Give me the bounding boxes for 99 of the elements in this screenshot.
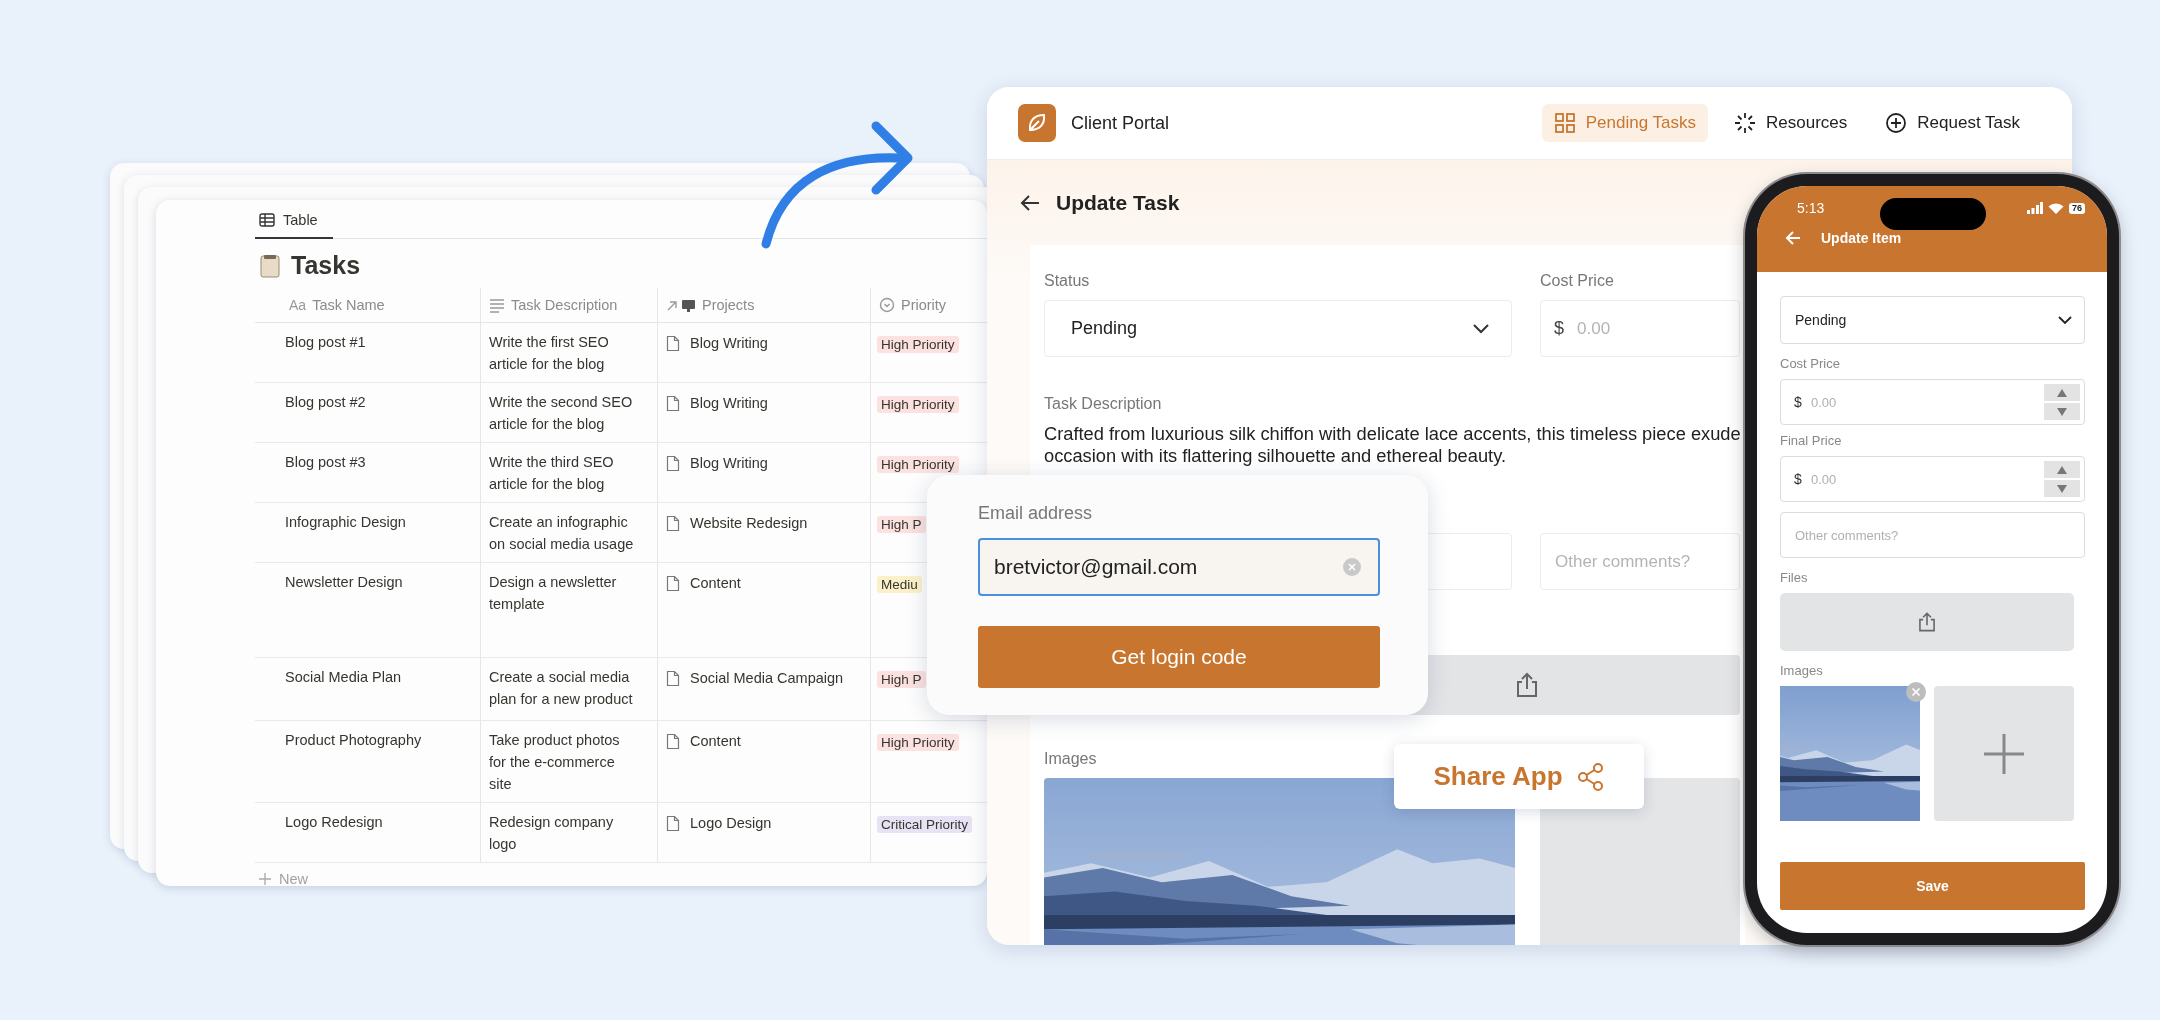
field-label: Status bbox=[1044, 272, 1091, 291]
table-cell: Create a social media plan for a new product bbox=[480, 658, 657, 721]
plus-icon bbox=[1984, 733, 2024, 774]
project-link[interactable]: Content bbox=[690, 731, 741, 751]
column-header: Task Name bbox=[312, 297, 385, 313]
stepper-down-button[interactable] bbox=[2044, 403, 2080, 420]
email-field[interactable]: bretvictor@gmail.com bbox=[978, 538, 1380, 596]
grid-icon bbox=[1553, 112, 1576, 134]
stepper-up-button[interactable] bbox=[2044, 461, 2080, 478]
signal-icon bbox=[2027, 202, 2043, 214]
table-cell: Write the third SEO article for the blog bbox=[480, 443, 657, 503]
document-icon bbox=[666, 815, 680, 832]
document-icon bbox=[666, 335, 680, 352]
clock-text: 5:13 bbox=[1797, 200, 1825, 216]
table-cell: Design a newsletter template bbox=[480, 563, 657, 658]
project-link[interactable]: Social Media Campaign bbox=[690, 668, 844, 688]
document-icon bbox=[666, 515, 680, 532]
wifi-icon bbox=[2048, 202, 2064, 214]
table-cell: Product Photography bbox=[255, 721, 480, 803]
chevron-circle-icon bbox=[879, 297, 895, 313]
project-link[interactable]: Logo Design bbox=[690, 813, 772, 833]
relation-icon bbox=[666, 297, 696, 313]
description-text: occasion with its flattering silhouette and ethereal beauty. bbox=[1044, 445, 1507, 467]
plus-circle-icon bbox=[1885, 112, 1908, 134]
nav-tab[interactable]: Request Task bbox=[1873, 104, 2032, 142]
project-link[interactable]: Website Redesign bbox=[690, 513, 808, 533]
table-cell: Blog post #1 bbox=[255, 323, 480, 383]
document-icon bbox=[666, 455, 680, 472]
table-cell: Blog post #2 bbox=[255, 383, 480, 443]
column-header: Priority bbox=[901, 297, 947, 313]
priority-tag: Critical Priority bbox=[877, 816, 972, 833]
table-cell: Newsletter Design bbox=[255, 563, 480, 658]
loading-icon bbox=[1734, 112, 1757, 134]
document-icon bbox=[666, 395, 680, 412]
field-label: Images bbox=[1780, 663, 1824, 678]
screen-title: Update Item bbox=[1821, 230, 1902, 246]
priority-tag: Mediu bbox=[877, 576, 922, 593]
table-cell: Write the second SEO article for the blog bbox=[480, 383, 657, 443]
chevron-down-icon bbox=[2058, 315, 2072, 325]
field-label: Cost Price bbox=[1540, 272, 1615, 291]
project-link[interactable]: Blog Writing bbox=[690, 333, 768, 353]
table-cell: Write the first SEO article for the blog bbox=[480, 323, 657, 383]
project-link[interactable]: Blog Writing bbox=[690, 393, 768, 413]
share-icon bbox=[1576, 761, 1605, 792]
view-tab[interactable]: Table bbox=[255, 208, 333, 239]
column-header: Projects bbox=[702, 297, 755, 313]
up-triangle-icon bbox=[2057, 388, 2067, 397]
status-dropdown[interactable]: Pending bbox=[1044, 300, 1512, 357]
back-icon[interactable] bbox=[1020, 194, 1040, 212]
table-cell: Infographic Design bbox=[255, 503, 480, 563]
type-label: Aa bbox=[289, 297, 307, 313]
field-label: Cost Price bbox=[1780, 356, 1841, 371]
priority-tag: High Priority bbox=[877, 456, 959, 473]
priority-tag: High Priority bbox=[877, 396, 959, 413]
down-triangle-icon bbox=[2057, 407, 2067, 416]
document-icon bbox=[666, 733, 680, 750]
document-icon bbox=[666, 575, 680, 592]
table-cell: Blog post #3 bbox=[255, 443, 480, 503]
document-icon bbox=[666, 670, 680, 687]
field-label: Final Price bbox=[1780, 433, 1843, 448]
currency-symbol: $ bbox=[1794, 470, 1802, 488]
table-cell: Take product photos for the e-commerce site bbox=[480, 721, 657, 803]
upload-icon bbox=[1916, 611, 1938, 633]
priority-tag: High P bbox=[877, 671, 926, 688]
field-label: Images bbox=[1044, 750, 1098, 769]
comments-field[interactable]: Other comments? bbox=[1540, 533, 1740, 590]
table-cell: Social Media Plan bbox=[255, 658, 480, 721]
priority-tag: High P bbox=[877, 516, 926, 533]
project-link[interactable]: Blog Writing bbox=[690, 453, 768, 473]
brand-name: Client Portal bbox=[1071, 112, 1170, 134]
lines-icon bbox=[489, 297, 505, 313]
down-triangle-icon bbox=[2057, 484, 2067, 493]
field-label: Email address bbox=[978, 503, 1094, 524]
page-title: Update Task bbox=[1056, 191, 1180, 215]
plus-icon bbox=[259, 873, 271, 885]
table-cell: Create an infographic on social media usage bbox=[480, 503, 657, 563]
remove-icon[interactable] bbox=[1906, 682, 1926, 702]
page-title: Tasks bbox=[291, 251, 361, 280]
status-dropdown[interactable]: Pending bbox=[1780, 296, 2085, 344]
battery-indicator: 76 bbox=[2069, 202, 2085, 214]
comments-field[interactable]: Other comments? bbox=[1780, 512, 2085, 558]
priority-tag: High Priority bbox=[877, 734, 959, 751]
table-cell: Logo Redesign bbox=[255, 803, 480, 863]
table-icon bbox=[259, 213, 275, 227]
field-label: Task Description bbox=[1044, 395, 1162, 414]
priority-tag: High Priority bbox=[877, 336, 959, 353]
chevron-down-icon bbox=[1473, 323, 1489, 334]
currency-symbol: $ bbox=[1794, 393, 1802, 411]
notepad-icon bbox=[259, 253, 281, 278]
table-cell: Redesign company logo bbox=[480, 803, 657, 863]
currency-symbol: $ bbox=[1554, 318, 1564, 338]
up-triangle-icon bbox=[2057, 465, 2067, 474]
description-text: Crafted from luxurious silk chiffon with delicate lace accents, this timeless piece exude bbox=[1044, 423, 1741, 445]
nav-tab[interactable]: Resources bbox=[1722, 104, 1860, 142]
stepper-up-button[interactable] bbox=[2044, 384, 2080, 401]
project-link[interactable]: Content bbox=[690, 573, 741, 593]
column-header: Task Description bbox=[511, 297, 618, 313]
stepper-down-button[interactable] bbox=[2044, 480, 2080, 497]
field-label: Files bbox=[1780, 570, 1809, 585]
